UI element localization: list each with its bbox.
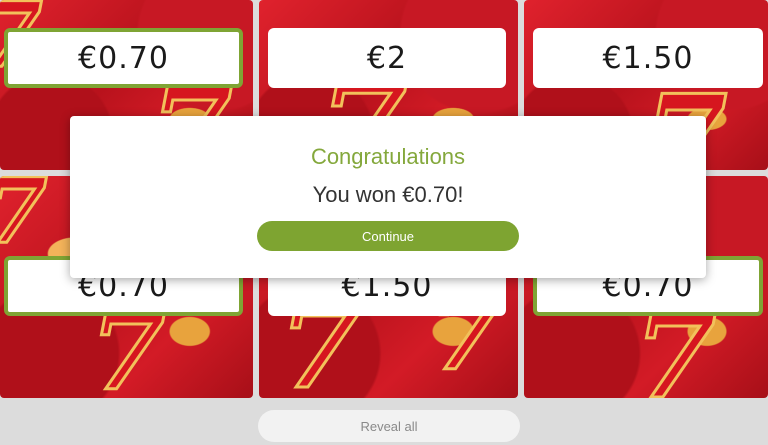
dialog-title: Congratulations bbox=[310, 144, 466, 169]
dialog-message: You won €0.70! bbox=[312, 182, 464, 207]
scratch-card-stage: 7 7 7 7 7 7 7 7 7 €0.70 €2 €1.50 €0.70 €… bbox=[0, 0, 768, 445]
lucky-seven-icon: 7 bbox=[0, 176, 49, 258]
prize-label-3: €1.50 bbox=[533, 28, 763, 88]
prize-label-1: €0.70 bbox=[4, 28, 243, 88]
reveal-all-button[interactable]: Reveal all bbox=[258, 410, 520, 442]
prize-label-2: €2 bbox=[268, 28, 506, 88]
win-dialog: Congratulations You won €0.70! Continue bbox=[70, 116, 706, 278]
continue-button[interactable]: Continue bbox=[257, 221, 519, 251]
